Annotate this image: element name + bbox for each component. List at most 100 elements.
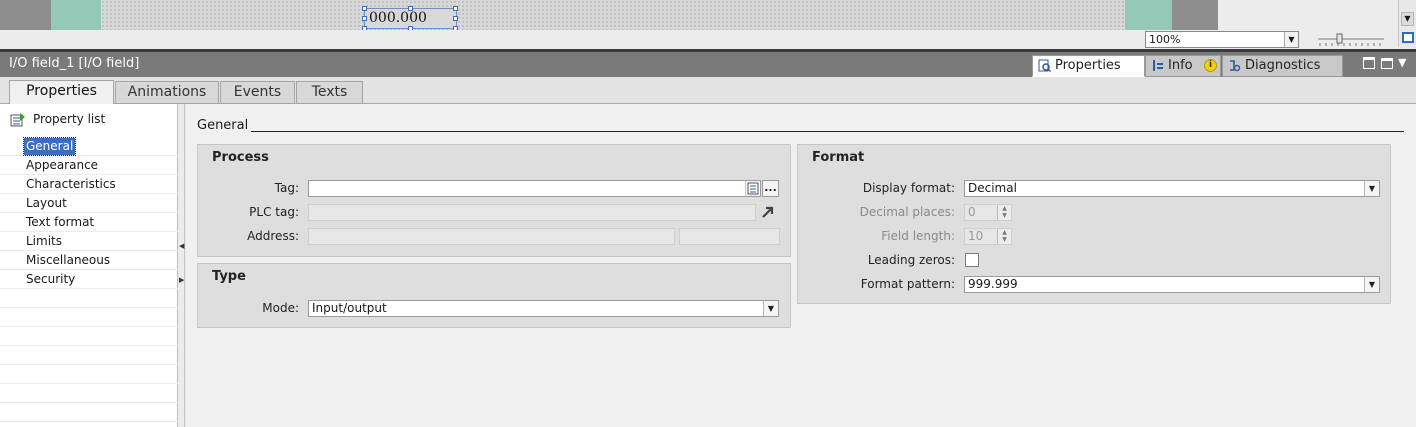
tag-label: Tag:: [274, 181, 299, 195]
tab-events[interactable]: Events: [220, 81, 295, 104]
nav-item-general[interactable]: General: [0, 137, 178, 156]
collapse-left-icon[interactable]: ◀: [179, 242, 184, 250]
tab-info-view[interactable]: Info i: [1145, 55, 1221, 77]
address-type-field: [679, 228, 780, 245]
nav-item-limits[interactable]: Limits: [0, 232, 178, 251]
nav-item-miscellaneous[interactable]: Miscellaneous: [0, 251, 178, 270]
property-nav: Property list General Appearance Charact…: [0, 104, 178, 427]
resize-handle[interactable]: [362, 16, 367, 21]
property-list-icon: [10, 113, 25, 127]
tag-input[interactable]: [308, 180, 761, 197]
float-window-icon[interactable]: [1381, 58, 1393, 69]
mode-value: Input/output: [312, 301, 387, 315]
decimal-places-label: Decimal places:: [859, 205, 955, 219]
tab-animations[interactable]: Animations: [115, 81, 219, 104]
tab-texts-label: Texts: [311, 84, 348, 100]
section-divider: [251, 131, 1404, 132]
type-group-title: Type: [212, 269, 246, 284]
resize-handle[interactable]: [453, 6, 458, 11]
nav-item-label: Limits: [26, 234, 62, 248]
decimal-places-stepper: 0 ▲ ▼: [964, 204, 1012, 221]
tab-properties-label: Properties: [26, 83, 97, 99]
zoom-slider[interactable]: [1316, 33, 1386, 47]
resize-handle[interactable]: [408, 6, 413, 11]
nav-empty-row: [0, 384, 178, 403]
nav-empty-row: [0, 289, 178, 308]
canvas-accent-right: [1125, 0, 1172, 30]
nav-splitter[interactable]: ◀ ▶: [178, 104, 185, 427]
editor-statusbar: 100% ▼: [0, 30, 1398, 49]
nav-item-characteristics[interactable]: Characteristics: [0, 175, 178, 194]
resize-handle[interactable]: [453, 16, 458, 21]
display-format-label: Display format:: [862, 181, 955, 195]
inspector-titlebar: I/O field_1 [I/O field] Properties Info …: [0, 52, 1416, 77]
expand-right-icon[interactable]: ▶: [179, 276, 184, 284]
goto-arrow-icon[interactable]: [760, 204, 776, 220]
tab-animations-label: Animations: [127, 84, 207, 100]
stepper-icon: ▲ ▼: [997, 229, 1011, 244]
canvas-outside: [1218, 0, 1398, 30]
nav-empty-row: [0, 403, 178, 422]
address-label: Address:: [247, 229, 299, 243]
tab-diagnostics-view[interactable]: Diagnostics: [1222, 55, 1343, 77]
chevron-down-icon[interactable]: ▼: [1284, 32, 1298, 47]
format-pattern-value: 999.999: [968, 277, 1018, 291]
inspector-tabbar: Properties Animations Events Texts: [0, 77, 1416, 105]
nav-item-label: Characteristics: [26, 177, 116, 191]
collapse-icon[interactable]: ▼: [1398, 56, 1406, 69]
tab-properties[interactable]: Properties: [9, 80, 114, 105]
process-group-title: Process: [212, 150, 269, 165]
inspector-title: I/O field_1 [I/O field]: [9, 56, 140, 71]
nav-item-label: Miscellaneous: [26, 253, 111, 267]
diagnostics-icon: [1230, 60, 1241, 72]
field-length-value: 10: [968, 229, 984, 243]
nav-empty-row: [0, 365, 178, 384]
vertical-scrollbar[interactable]: ▼: [1398, 0, 1416, 47]
properties-content: General Process Tag: ... PLC tag: Addres…: [186, 104, 1416, 427]
tag-list-icon[interactable]: [745, 181, 759, 196]
chevron-down-icon[interactable]: ▼: [1364, 181, 1379, 196]
chevron-down-icon[interactable]: ▼: [1364, 277, 1379, 292]
scroll-down-icon[interactable]: ▼: [1401, 12, 1414, 26]
address-field: [308, 228, 675, 245]
nav-item-text-format[interactable]: Text format: [0, 213, 178, 232]
tab-texts[interactable]: Texts: [296, 81, 363, 104]
format-pattern-select[interactable]: 999.999 ▼: [964, 276, 1380, 293]
display-format-value: Decimal: [968, 181, 1017, 195]
restore-window-icon[interactable]: [1363, 57, 1375, 69]
tab-properties-view[interactable]: Properties: [1032, 55, 1145, 77]
io-field-value: 000.000: [369, 10, 427, 26]
format-pattern-label: Format pattern:: [860, 277, 955, 291]
overview-icon[interactable]: [1402, 32, 1414, 43]
nav-item-layout[interactable]: Layout: [0, 194, 178, 213]
nav-item-label: General: [22, 137, 77, 156]
nav-item-label: Security: [26, 272, 76, 286]
screen-canvas[interactable]: 000.000: [0, 0, 1398, 31]
chevron-down-icon[interactable]: ▼: [763, 301, 778, 316]
property-list-label: Property list: [33, 112, 106, 126]
resize-handle[interactable]: [362, 6, 367, 11]
leading-zeros-checkbox[interactable]: [965, 253, 979, 267]
nav-item-security[interactable]: Security: [0, 270, 178, 289]
plc-tag-label: PLC tag:: [249, 205, 299, 219]
format-group-title: Format: [812, 150, 865, 165]
type-group: Type Mode: Input/output ▼: [197, 263, 791, 328]
display-format-select[interactable]: Decimal ▼: [964, 180, 1380, 197]
field-length-stepper: 10 ▲ ▼: [964, 228, 1012, 245]
section-title: General: [197, 118, 249, 133]
canvas-grid: [101, 0, 1125, 30]
nav-item-label: Layout: [26, 196, 67, 210]
nav-item-label: Appearance: [26, 158, 99, 172]
warning-icon: i: [1204, 59, 1217, 72]
tab-events-label: Events: [233, 84, 282, 100]
field-length-label: Field length:: [881, 229, 955, 243]
tab-info-view-label: Info: [1168, 58, 1193, 73]
ellipsis-icon[interactable]: ...: [762, 180, 779, 197]
decimal-places-value: 0: [968, 205, 976, 219]
nav-empty-row: [0, 308, 178, 327]
zoom-select[interactable]: 100% ▼: [1145, 31, 1299, 48]
canvas-accent-left: [51, 0, 101, 30]
mode-select[interactable]: Input/output ▼: [308, 300, 779, 317]
nav-item-appearance[interactable]: Appearance: [0, 156, 178, 175]
stepper-icon: ▲ ▼: [997, 205, 1011, 220]
